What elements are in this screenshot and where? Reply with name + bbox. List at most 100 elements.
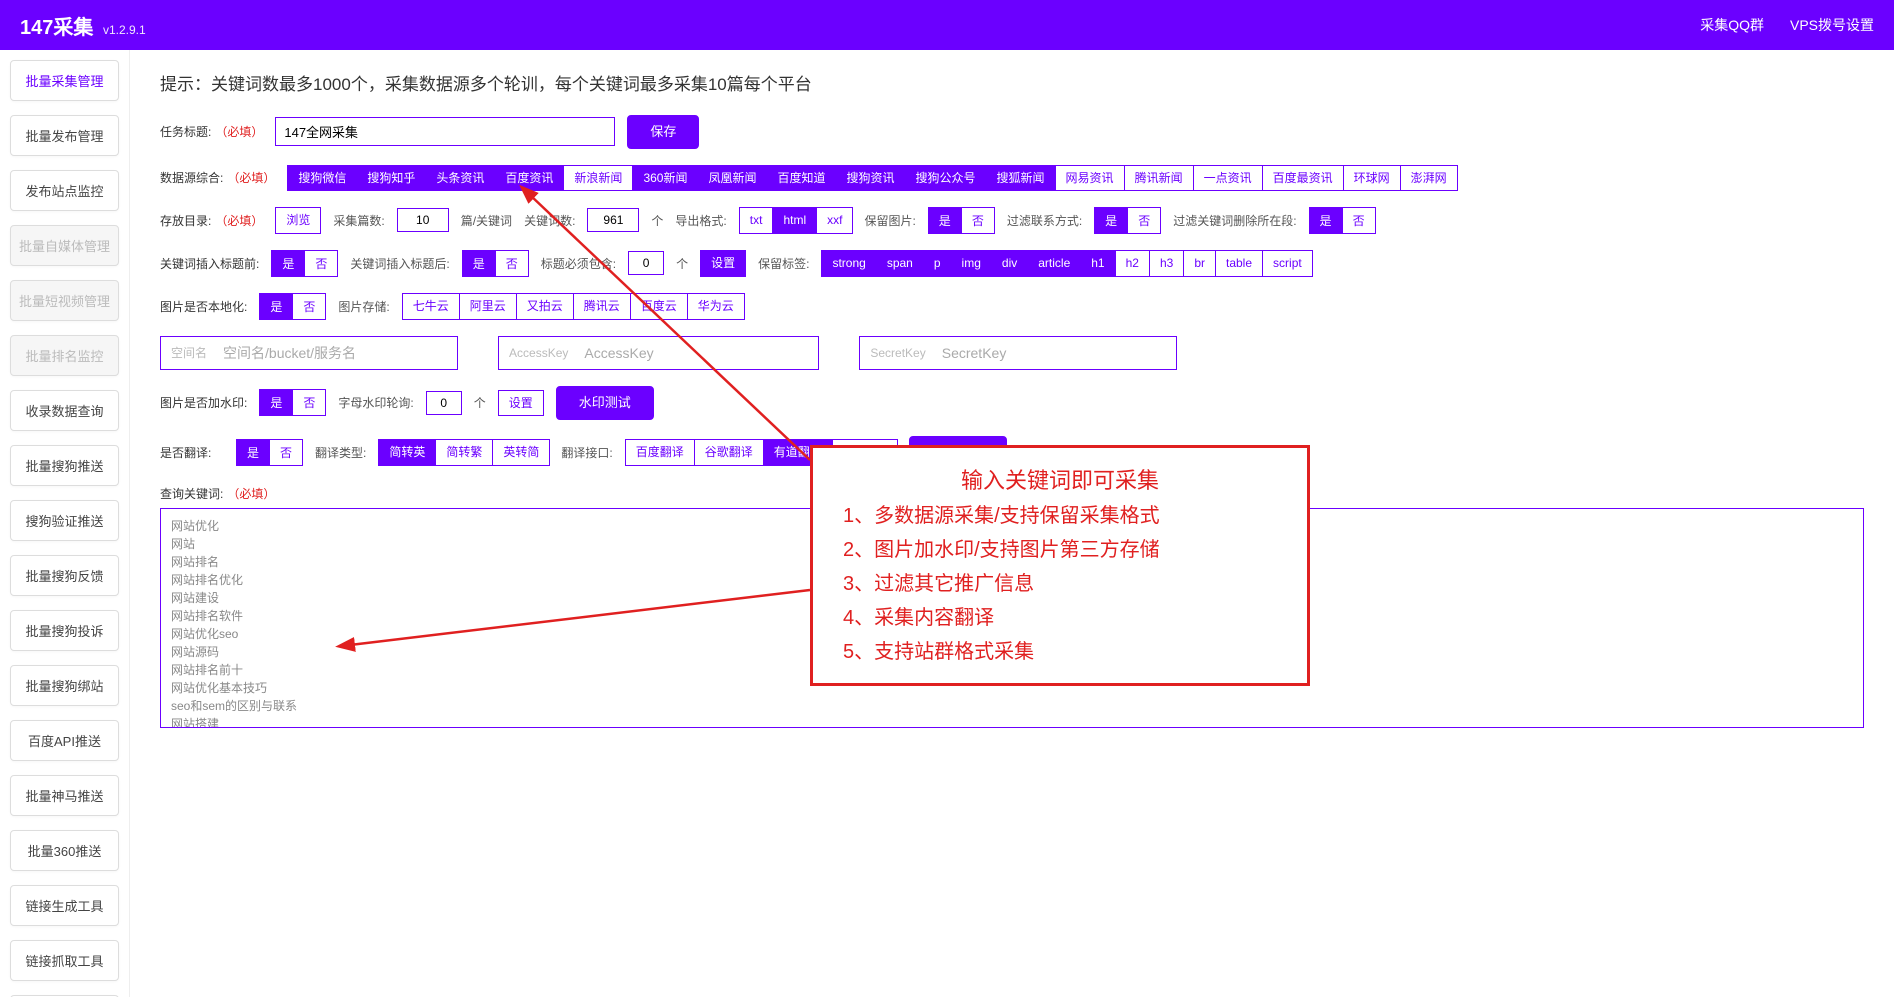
translate-api-tag[interactable]: 147翻译 <box>832 439 898 465</box>
export-format-tag[interactable]: txt <box>739 207 774 233</box>
header-link-qq[interactable]: 采集QQ群 <box>1700 15 1764 35</box>
keep-tag[interactable]: br <box>1183 250 1216 276</box>
img-storage-tag[interactable]: 华为云 <box>687 293 745 319</box>
source-tag[interactable]: 360新闻 <box>632 165 698 191</box>
keep-tag[interactable]: article <box>1027 250 1081 276</box>
sidebar-item[interactable]: 批量发布管理 <box>10 115 119 156</box>
keep-img-toggle[interactable]: 是否 <box>928 207 995 234</box>
bucket-input-wrap: 空间名 <box>160 336 458 370</box>
sidebar-item[interactable]: 发布站点监控 <box>10 170 119 211</box>
img-storage-tag[interactable]: 百度云 <box>630 293 688 319</box>
source-tag[interactable]: 搜狐新闻 <box>986 165 1056 191</box>
browse-button[interactable]: 浏览 <box>275 207 321 233</box>
sidebar-item[interactable]: 批量搜狗绑站 <box>10 665 119 706</box>
must-contain-set-button[interactable]: 设置 <box>700 250 746 276</box>
collect-count-input[interactable] <box>397 208 449 232</box>
accesskey-input-wrap: AccessKey <box>498 336 819 370</box>
source-tag[interactable]: 网易资讯 <box>1055 165 1125 191</box>
keywords-textarea[interactable] <box>160 508 1864 728</box>
img-storage-tag[interactable]: 腾讯云 <box>573 293 631 319</box>
secretkey-prefix: SecretKey <box>860 346 935 360</box>
sidebar-item[interactable]: 链接生成工具 <box>10 885 119 926</box>
source-tag[interactable]: 搜狗微信 <box>287 165 357 191</box>
source-tag[interactable]: 腾讯新闻 <box>1124 165 1194 191</box>
accesskey-input[interactable] <box>578 337 818 369</box>
img-storage-tag[interactable]: 七牛云 <box>402 293 460 319</box>
insert-before-toggle[interactable]: 是否 <box>271 250 338 277</box>
keep-tag[interactable]: h3 <box>1149 250 1184 276</box>
translate-type-tag[interactable]: 英转简 <box>492 439 550 465</box>
keep-tag[interactable]: table <box>1215 250 1263 276</box>
keep-tag[interactable]: p <box>923 250 952 276</box>
bucket-input[interactable] <box>217 337 457 369</box>
keep-tag[interactable]: strong <box>821 250 876 276</box>
source-tag[interactable]: 百度最资讯 <box>1262 165 1344 191</box>
keep-tags: strongspanpimgdivarticleh1h2h3brtablescr… <box>821 250 1311 276</box>
filter-contact-toggle[interactable]: 是否 <box>1094 207 1161 234</box>
sidebar-item[interactable]: 批量采集管理 <box>10 60 119 101</box>
filter-kw-para-label: 过滤关键词删除所在段: <box>1173 212 1296 229</box>
keep-tag[interactable]: script <box>1262 250 1313 276</box>
export-format-tag[interactable]: xxf <box>816 207 853 233</box>
collect-count-label: 采集篇数: <box>333 212 384 229</box>
watermark-alpha-set-button[interactable]: 设置 <box>498 390 544 416</box>
img-local-toggle[interactable]: 是否 <box>259 293 326 320</box>
app-version: v1.2.9.1 <box>103 23 146 37</box>
source-tag[interactable]: 百度资讯 <box>494 165 564 191</box>
source-tag[interactable]: 头条资讯 <box>425 165 495 191</box>
secretkey-input[interactable] <box>936 337 1176 369</box>
keep-tag[interactable]: span <box>876 250 924 276</box>
translate-type-tag[interactable]: 简转英 <box>378 439 436 465</box>
sidebar-item: 批量自媒体管理 <box>10 225 119 266</box>
header-link-vps[interactable]: VPS拨号设置 <box>1790 15 1874 35</box>
watermark-label: 图片是否加水印: <box>160 394 247 411</box>
source-tag[interactable]: 搜狗知乎 <box>356 165 426 191</box>
source-tag[interactable]: 新浪新闻 <box>563 165 633 191</box>
translate-config-button[interactable]: 接口配置 <box>909 436 1007 470</box>
watermark-test-button[interactable]: 水印测试 <box>556 386 654 420</box>
sidebar-item[interactable]: 搜狗验证推送 <box>10 500 119 541</box>
source-tag[interactable]: 澎湃网 <box>1400 165 1458 191</box>
img-storage-tag[interactable]: 阿里云 <box>459 293 517 319</box>
source-tag[interactable]: 搜狗资讯 <box>836 165 906 191</box>
sidebar-item[interactable]: 批量搜狗投诉 <box>10 610 119 651</box>
must-contain-input[interactable] <box>628 251 664 275</box>
save-button[interactable]: 保存 <box>627 115 699 149</box>
sidebar-item[interactable]: 链接抓取工具 <box>10 940 119 981</box>
keep-tag[interactable]: h1 <box>1080 250 1115 276</box>
task-title-input[interactable] <box>275 117 615 146</box>
translate-type-tag[interactable]: 简转繁 <box>435 439 493 465</box>
translate-api-tag[interactable]: 百度翻译 <box>625 439 695 465</box>
sidebar-item[interactable]: 百度API推送 <box>10 720 119 761</box>
sidebar-item[interactable]: 批量搜狗推送 <box>10 445 119 486</box>
source-tag[interactable]: 凤凰新闻 <box>697 165 767 191</box>
kw-count-input[interactable] <box>587 208 639 232</box>
source-tag[interactable]: 百度知道 <box>766 165 836 191</box>
img-storage-tag[interactable]: 又拍云 <box>516 293 574 319</box>
main-panel: 提示：关键词数最多1000个，采集数据源多个轮训，每个关键词最多采集10篇每个平… <box>130 50 1894 997</box>
insert-after-toggle[interactable]: 是否 <box>462 250 529 277</box>
translate-api-tag[interactable]: 谷歌翻译 <box>694 439 764 465</box>
img-local-label: 图片是否本地化: <box>160 298 247 315</box>
watermark-toggle[interactable]: 是否 <box>259 389 326 416</box>
watermark-alpha-unit: 个 <box>474 394 486 411</box>
sidebar-item[interactable]: 批量搜狗反馈 <box>10 555 119 596</box>
filter-kw-para-toggle[interactable]: 是否 <box>1309 207 1376 234</box>
source-tag[interactable]: 一点资讯 <box>1193 165 1263 191</box>
sidebar-item[interactable]: 批量360推送 <box>10 830 119 871</box>
translate-api-tag[interactable]: 有道翻译 <box>763 439 833 465</box>
source-tag[interactable]: 搜狗公众号 <box>905 165 987 191</box>
source-tag[interactable]: 环球网 <box>1343 165 1401 191</box>
insert-after-label: 关键词插入标题后: <box>350 255 449 272</box>
app-title-text: 147采集 <box>20 17 93 39</box>
translate-api-tags: 百度翻译谷歌翻译有道翻译147翻译 <box>625 439 897 465</box>
keep-tag[interactable]: img <box>951 250 992 276</box>
export-format-tag[interactable]: html <box>772 207 817 233</box>
keep-tag[interactable]: h2 <box>1115 250 1150 276</box>
translate-toggle[interactable]: 是否 <box>236 439 303 466</box>
sources-label: 数据源综合:（必填） <box>160 169 275 186</box>
watermark-alpha-input[interactable] <box>426 391 462 415</box>
sidebar-item[interactable]: 收录数据查询 <box>10 390 119 431</box>
sidebar-item[interactable]: 批量神马推送 <box>10 775 119 816</box>
keep-tag[interactable]: div <box>991 250 1028 276</box>
